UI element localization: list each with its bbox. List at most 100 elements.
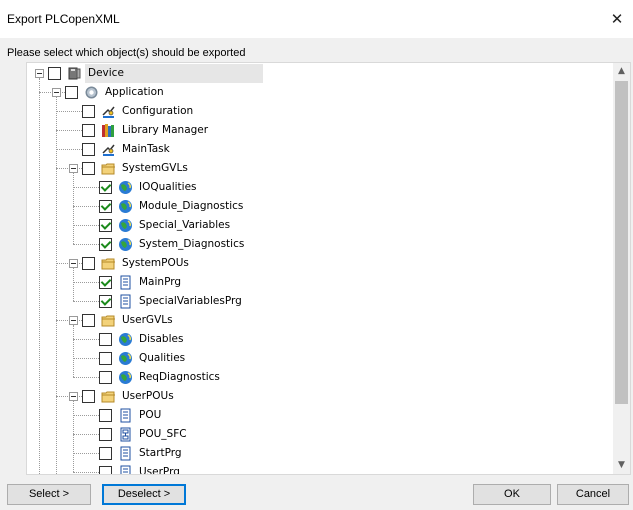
folder-icon xyxy=(101,256,116,271)
vertical-scrollbar[interactable]: ▲ ▼ xyxy=(613,63,630,474)
sfc-document-icon xyxy=(118,427,133,442)
globe-gvl-icon xyxy=(118,237,133,252)
scroll-up-icon[interactable]: ▲ xyxy=(613,63,630,80)
tree-item-pou-sfc[interactable]: POU_SFC xyxy=(27,425,613,444)
export-checkbox[interactable] xyxy=(82,105,95,118)
cancel-button[interactable]: Cancel xyxy=(557,484,629,505)
select-button[interactable]: Select > xyxy=(7,484,91,505)
export-checkbox[interactable] xyxy=(99,181,112,194)
tree-item-qualities[interactable]: Qualities xyxy=(27,349,613,368)
export-checkbox[interactable] xyxy=(82,162,95,175)
tree-item-label: UserPOUs xyxy=(122,390,174,402)
export-checkbox[interactable] xyxy=(99,276,112,289)
deselect-button[interactable]: Deselect > xyxy=(102,484,186,505)
tree-item-label: IOQualities xyxy=(139,181,197,193)
export-checkbox[interactable] xyxy=(99,428,112,441)
globe-gvl-icon xyxy=(118,218,133,233)
export-checkbox[interactable] xyxy=(99,466,112,474)
tree-horizontal-line xyxy=(73,282,99,283)
tree-item-special-variables[interactable]: Special_Variables xyxy=(27,216,613,235)
export-checkbox[interactable] xyxy=(99,409,112,422)
ok-button[interactable]: OK xyxy=(473,484,551,505)
tree-item-label: Device xyxy=(85,64,263,83)
tree-item-label: Module_Diagnostics xyxy=(139,200,244,212)
tree-item-application[interactable]: Application xyxy=(27,83,613,102)
export-checkbox[interactable] xyxy=(82,314,95,327)
export-checkbox[interactable] xyxy=(82,257,95,270)
tree-horizontal-line xyxy=(73,434,99,435)
tree-item-maintask[interactable]: MainTask xyxy=(27,140,613,159)
dialog-body: Please select which object(s) should be … xyxy=(0,38,633,510)
tree-item-mainprg[interactable]: MainPrg xyxy=(27,273,613,292)
export-checkbox[interactable] xyxy=(99,238,112,251)
tree-item-pou[interactable]: POU xyxy=(27,406,613,425)
pou-document-icon xyxy=(118,446,133,461)
export-checkbox[interactable] xyxy=(99,219,112,232)
window-title: Export PLCopenXML xyxy=(7,12,120,26)
tree-item-label: POU xyxy=(139,409,162,421)
export-checkbox[interactable] xyxy=(99,333,112,346)
tree-item-label: System_Diagnostics xyxy=(139,238,245,250)
export-checkbox[interactable] xyxy=(82,143,95,156)
export-checkbox[interactable] xyxy=(82,124,95,137)
tree-item-reqdiagnostics[interactable]: ReqDiagnostics xyxy=(27,368,613,387)
export-checkbox[interactable] xyxy=(99,200,112,213)
tree-item-label: Library Manager xyxy=(122,124,209,136)
pou-document-icon xyxy=(118,465,133,474)
tree-horizontal-line xyxy=(73,358,99,359)
tree-horizontal-line xyxy=(73,244,99,245)
tree-item-library-manager[interactable]: Library Manager xyxy=(27,121,613,140)
pou-document-icon xyxy=(118,275,133,290)
collapse-toggle-icon[interactable] xyxy=(69,316,78,325)
tree-item-userpous[interactable]: UserPOUs xyxy=(27,387,613,406)
export-checkbox[interactable] xyxy=(99,352,112,365)
folder-icon xyxy=(101,389,116,404)
tree-item-disables[interactable]: Disables xyxy=(27,330,613,349)
close-icon[interactable]: ✕ xyxy=(607,9,627,29)
tree-horizontal-line xyxy=(73,339,99,340)
tree-item-label: Special_Variables xyxy=(139,219,231,231)
tree-horizontal-line xyxy=(73,415,99,416)
tree-item-label: UserGVLs xyxy=(122,314,173,326)
tree-item-startprg[interactable]: StartPrg xyxy=(27,444,613,463)
collapse-toggle-icon[interactable] xyxy=(69,259,78,268)
tree-item-label: Application xyxy=(105,86,164,98)
tree-item-systempous[interactable]: SystemPOUs xyxy=(27,254,613,273)
tree-item-specialvariablesprg[interactable]: SpecialVariablesPrg xyxy=(27,292,613,311)
export-checkbox[interactable] xyxy=(65,86,78,99)
collapse-toggle-icon[interactable] xyxy=(35,69,44,78)
folder-icon xyxy=(101,161,116,176)
application-gear-icon xyxy=(84,85,99,100)
tree-horizontal-line xyxy=(73,206,99,207)
collapse-toggle-icon[interactable] xyxy=(69,164,78,173)
tree-horizontal-line xyxy=(73,225,99,226)
tree-item-label: MainTask xyxy=(122,143,170,155)
pou-document-icon xyxy=(118,408,133,423)
pou-document-icon xyxy=(118,294,133,309)
export-checkbox[interactable] xyxy=(99,371,112,384)
object-tree[interactable]: Device Application Configuration Library Ma… xyxy=(26,62,631,475)
scroll-down-icon[interactable]: ▼ xyxy=(613,457,630,474)
collapse-toggle-icon[interactable] xyxy=(52,88,61,97)
task-config-icon xyxy=(101,142,116,157)
tree-item-system-diagnostics[interactable]: System_Diagnostics xyxy=(27,235,613,254)
globe-gvl-icon xyxy=(118,351,133,366)
tree-item-configuration[interactable]: Configuration xyxy=(27,102,613,121)
export-checkbox[interactable] xyxy=(82,390,95,403)
export-checkbox[interactable] xyxy=(48,67,61,80)
globe-gvl-icon xyxy=(118,199,133,214)
tree-item-userprg[interactable]: UserPrg xyxy=(27,463,613,474)
tree-item-module-diagnostics[interactable]: Module_Diagnostics xyxy=(27,197,613,216)
globe-gvl-icon xyxy=(118,180,133,195)
tree-item-label: Disables xyxy=(139,333,184,345)
export-checkbox[interactable] xyxy=(99,295,112,308)
export-checkbox[interactable] xyxy=(99,447,112,460)
tree-item-device[interactable]: Device xyxy=(27,64,613,83)
tree-horizontal-line xyxy=(56,130,82,131)
tree-horizontal-line xyxy=(56,149,82,150)
collapse-toggle-icon[interactable] xyxy=(69,392,78,401)
scroll-thumb[interactable] xyxy=(615,81,628,404)
tree-item-usergvls[interactable]: UserGVLs xyxy=(27,311,613,330)
tree-item-ioqualities[interactable]: IOQualities xyxy=(27,178,613,197)
tree-item-systemgvls[interactable]: SystemGVLs xyxy=(27,159,613,178)
